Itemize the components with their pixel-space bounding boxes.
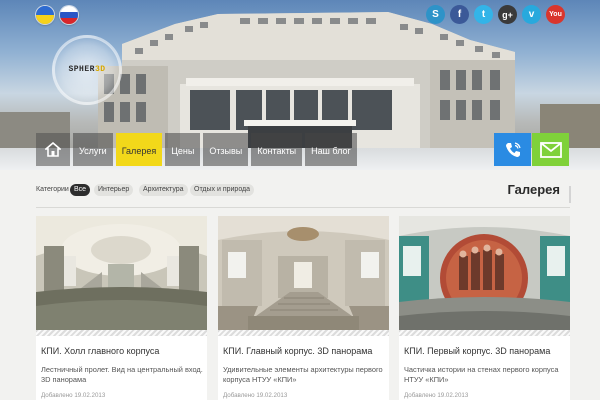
card-description: Частичка истории на стенах первого корпу… (404, 365, 559, 384)
category-filter-bar: Категории Все Интерьер Архитектура Отдых… (0, 178, 600, 206)
nav-item-blog[interactable]: Наш блог (305, 133, 357, 166)
vimeo-icon[interactable]: v (522, 5, 541, 24)
phone-button[interactable] (494, 133, 531, 166)
mail-button[interactable] (532, 133, 569, 166)
russia-flag-icon[interactable] (60, 6, 78, 24)
section-title: Галерея (507, 182, 560, 197)
panorama-thumbnail[interactable] (399, 216, 570, 330)
card-divider (36, 330, 207, 336)
home-icon (45, 142, 61, 157)
card-divider (399, 330, 570, 336)
card-date: Добавлено 19.02.2013 (404, 392, 469, 399)
gallery-card[interactable]: КПИ. Первый корпус. 3D панорама Частичка… (399, 216, 570, 400)
categories-label: Категории (36, 186, 69, 193)
nav-item-prices[interactable]: Цены (165, 133, 201, 166)
card-title[interactable]: КПИ. Холл главного корпуса (41, 346, 159, 356)
card-description: Лестничный пролет. Вид на центральный вх… (41, 365, 203, 384)
card-date: Добавлено 19.02.2013 (41, 392, 106, 399)
title-accent-bar (569, 186, 571, 203)
card-title[interactable]: КПИ. Главный корпус. 3D панорама (223, 346, 372, 356)
phone-icon (505, 141, 521, 157)
ukraine-flag-icon[interactable] (36, 6, 54, 24)
panorama-thumbnail[interactable] (218, 216, 389, 330)
gallery-card[interactable]: КПИ. Холл главного корпуса Лестничный пр… (36, 216, 207, 400)
google-plus-icon[interactable]: g+ (498, 5, 517, 24)
nav-item-reviews[interactable]: Отзывы (203, 133, 249, 166)
main-nav: Услуги Галерея Цены Отзывы Контакты Наш … (36, 133, 360, 166)
filter-tag-all[interactable]: Все (70, 184, 91, 196)
logo-text: SPHER3D (68, 65, 106, 74)
mail-icon (539, 141, 562, 158)
nav-item-services[interactable]: Услуги (73, 133, 113, 166)
youtube-icon[interactable]: You (546, 5, 565, 24)
nav-item-gallery[interactable]: Галерея (115, 133, 163, 166)
filter-tag-nature[interactable]: Отдых и природа (190, 184, 255, 196)
nav-item-contacts[interactable]: Контакты (251, 133, 303, 166)
skype-icon[interactable]: S (426, 5, 445, 24)
filter-tag-architecture[interactable]: Архитектура (139, 184, 188, 196)
twitter-icon[interactable]: t (474, 5, 493, 24)
nav-home[interactable] (36, 133, 70, 166)
card-divider (218, 330, 389, 336)
hero-banner: SPHER3D S f t g+ v You Услуги Галерея Це… (0, 0, 600, 170)
gallery-card[interactable]: КПИ. Главный корпус. 3D панорама Удивите… (218, 216, 389, 400)
filter-tag-interior[interactable]: Интерьер (94, 184, 134, 196)
spher3d-logo[interactable]: SPHER3D (52, 35, 122, 105)
card-date: Добавлено 19.02.2013 (223, 392, 288, 399)
facebook-icon[interactable]: f (450, 5, 469, 24)
panorama-thumbnail[interactable] (36, 216, 207, 330)
divider (36, 207, 570, 208)
card-description: Удивительные элементы архитектуры первог… (223, 365, 383, 384)
card-title[interactable]: КПИ. Первый корпус. 3D панорама (404, 346, 550, 356)
